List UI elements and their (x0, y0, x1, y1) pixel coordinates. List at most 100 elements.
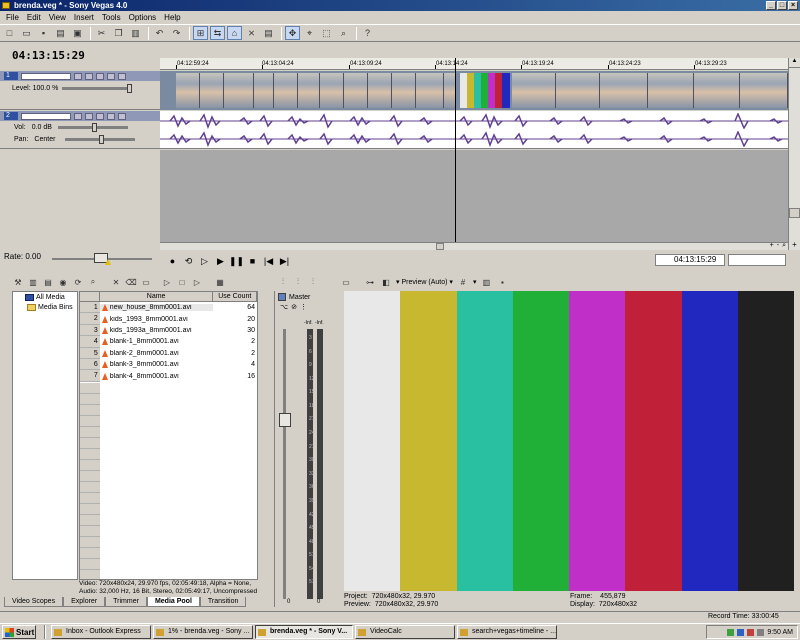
start-button[interactable]: Start (2, 625, 36, 639)
zoom-out-icon[interactable]: - (777, 242, 779, 250)
table-row[interactable]: 5 blank-2_8mm0001.avi 2 (80, 347, 257, 359)
copy-icon[interactable]: ❐ (111, 26, 126, 40)
bypass-motion-blur-icon[interactable] (74, 72, 82, 80)
rate-slider[interactable] (52, 253, 152, 265)
stop-preview-icon[interactable]: □ (176, 276, 188, 288)
tree-item-media-bins[interactable]: Media Bins (13, 302, 77, 312)
mixer-mute-icon[interactable]: ⊘ (291, 303, 297, 311)
properties-icon[interactable]: ▭ (140, 276, 152, 288)
copy-snapshot-icon[interactable]: ▥ (480, 276, 492, 288)
snap-icon[interactable]: ⊞ (193, 26, 208, 40)
properties-icon[interactable]: ▤ (53, 26, 68, 40)
slider-thumb[interactable] (127, 84, 133, 93)
tab-video-scopes[interactable]: Video Scopes (4, 597, 64, 607)
tab-transition[interactable]: Transition (199, 597, 247, 607)
play-icon[interactable]: ▶ (214, 255, 227, 267)
slider-thumb[interactable] (99, 134, 105, 144)
search-icon[interactable]: ⌕ (87, 276, 99, 288)
mixer-lock-icon[interactable]: ⋮ (300, 303, 307, 311)
go-to-start-icon[interactable]: |◀ (262, 255, 275, 267)
video-thumbnail[interactable] (344, 73, 368, 108)
menu-tools[interactable]: Tools (98, 13, 125, 22)
envelope-tool-icon[interactable]: ⌖ (302, 26, 317, 40)
zoom-tool-icon[interactable]: ⌕ (336, 26, 351, 40)
scroll-thumb[interactable] (789, 208, 800, 218)
taskbar-item-vegas[interactable]: brenda.veg * - Sony V... (255, 625, 353, 639)
markers-icon[interactable]: ▤ (261, 26, 276, 40)
pause-icon[interactable]: ❚❚ (229, 255, 244, 267)
video-thumbnail[interactable] (298, 73, 320, 108)
scroll-thumb[interactable] (436, 243, 444, 250)
solo-icon[interactable] (118, 72, 126, 80)
dropdown-arrow-icon[interactable]: ▾ (473, 278, 477, 286)
scroll-up-icon[interactable]: ▲ (789, 58, 800, 68)
audio-track-header[interactable]: 2 Vol: 0.0 dB Pan: Center (0, 111, 160, 149)
mute-icon[interactable] (107, 72, 115, 80)
views-icon[interactable]: ▦ (214, 276, 226, 288)
invert-phase-icon[interactable] (74, 112, 82, 120)
taskbar-item-render[interactable]: 1% - brenda.veg - Sony ... (153, 625, 253, 639)
delete-icon[interactable]: ✕ (110, 276, 122, 288)
mixer-fx-icon[interactable]: ⌥ (280, 303, 288, 311)
play-preview-icon[interactable]: ▷ (161, 276, 173, 288)
arm-record-icon[interactable] (85, 112, 93, 120)
zoom-in-icon[interactable]: + (770, 242, 774, 250)
table-row[interactable]: 2 kids_1993_8mm0001.avi 20 (80, 313, 257, 325)
track-fx-icon[interactable] (96, 112, 104, 120)
trash-icon[interactable]: ⌫ (125, 276, 137, 288)
video-thumbnail[interactable] (556, 73, 600, 108)
master-fader-thumb[interactable] (279, 413, 291, 427)
menu-view[interactable]: View (45, 13, 70, 22)
open-icon[interactable]: ▭ (19, 26, 34, 40)
play-from-start-icon[interactable]: ▷ (198, 255, 211, 267)
auto-preview-icon[interactable]: ▷ (191, 276, 203, 288)
menu-edit[interactable]: Edit (23, 13, 45, 22)
video-thumbnail[interactable] (740, 73, 788, 108)
record-icon[interactable]: ● (166, 255, 179, 267)
minimize-button[interactable]: _ (766, 1, 776, 10)
video-thumbnail[interactable] (274, 73, 298, 108)
audio-track-lane[interactable] (160, 111, 788, 149)
menu-insert[interactable]: Insert (70, 13, 98, 22)
split-screen-icon[interactable]: ◧ (380, 276, 392, 288)
video-thumbnail[interactable] (200, 73, 224, 108)
media-tool-icon[interactable]: ⚒ (12, 276, 24, 288)
video-thumbnail[interactable] (648, 73, 694, 108)
mixer-insert-icon[interactable]: ⫶ (277, 276, 289, 288)
stop-icon[interactable]: ■ (246, 255, 259, 267)
column-header-name[interactable]: Name (100, 292, 214, 301)
lock-envelopes-icon[interactable]: ⌂ (227, 26, 242, 40)
tab-trimmer[interactable]: Trimmer (105, 597, 147, 607)
video-thumbnail[interactable] (512, 73, 556, 108)
mixer-fx-icon[interactable]: ⫶ (307, 276, 319, 288)
mute-icon[interactable] (107, 112, 115, 120)
go-to-end-icon[interactable]: ▶| (278, 255, 291, 267)
new-icon[interactable]: □ (2, 26, 17, 40)
zoom-icon[interactable]: + (789, 240, 800, 250)
zoom-tool-icon[interactable]: ⌕ (782, 242, 786, 250)
table-row[interactable]: 4 blank-1_8mm0001.avi 2 (80, 336, 257, 348)
capture-icon[interactable]: ▤ (42, 276, 54, 288)
video-thumbnail[interactable] (392, 73, 416, 108)
color-bars-clip[interactable] (460, 73, 510, 108)
track-motion-icon[interactable] (85, 72, 93, 80)
timeline-empty-area[interactable] (160, 150, 788, 242)
whats-this-help-icon[interactable]: ? (360, 26, 375, 40)
video-thumbnail[interactable] (600, 73, 648, 108)
mixer-bus-icon[interactable]: ⫶ (292, 276, 304, 288)
get-media-icon[interactable]: ◉ (57, 276, 69, 288)
save-icon[interactable]: ▪ (36, 26, 51, 40)
timeline-ruler[interactable]: 04:12:59:24 04:13:04:24 04:13:09:24 04:1… (160, 58, 800, 70)
video-thumbnail[interactable] (416, 73, 444, 108)
track-name-field[interactable] (21, 112, 71, 120)
track-name-field[interactable] (21, 72, 71, 80)
table-row[interactable]: 3 kids_1993a_8mm0001.avi 30 (80, 324, 257, 337)
table-row[interactable]: 7 blank-4_8mm0001.avi 16 (80, 370, 257, 382)
tray-alert-icon[interactable] (747, 628, 755, 636)
video-thumbnail[interactable] (694, 73, 740, 108)
menu-options[interactable]: Options (125, 13, 161, 22)
external-monitor-icon[interactable]: ⊶ (364, 276, 376, 288)
video-thumbnail[interactable] (368, 73, 392, 108)
timeline-cursor[interactable] (455, 58, 456, 242)
render-icon[interactable]: ▣ (70, 26, 85, 40)
